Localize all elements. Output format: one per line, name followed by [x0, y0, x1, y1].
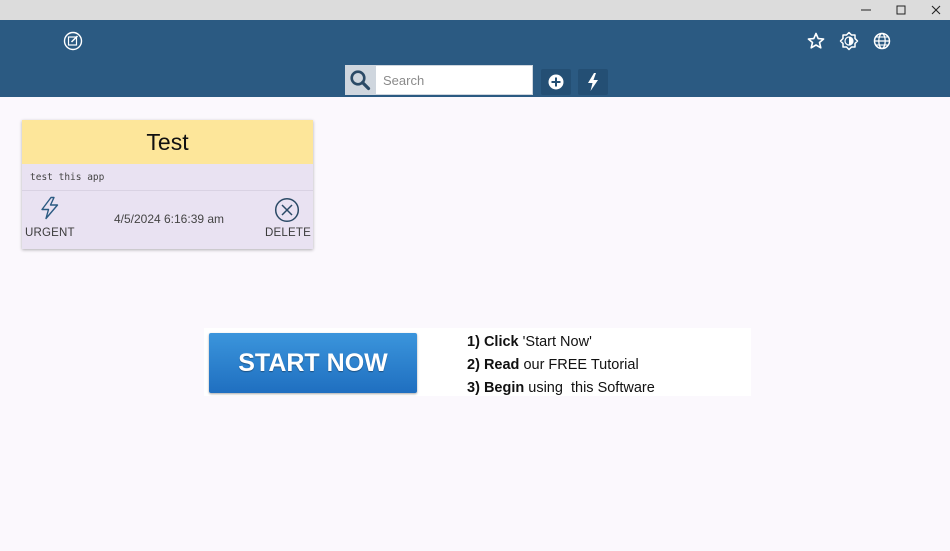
urgent-button[interactable]: URGENT [24, 196, 76, 242]
start-now-button[interactable]: START NOW [209, 333, 417, 393]
maximize-button[interactable] [884, 0, 918, 20]
step-verb: Click [483, 334, 519, 350]
urgent-label: URGENT [25, 227, 75, 239]
note-card[interactable]: Test test this app URGENT 4/5/2024 6:16:… [22, 120, 313, 249]
note-body: test this app [22, 164, 313, 191]
plus-circle-icon [548, 74, 564, 90]
banner-steps: 1) Click 'Start Now' 2) Read our FREE Tu… [467, 331, 655, 400]
step-verb: Read [483, 357, 520, 373]
step-text: our FREE Tutorial [523, 357, 639, 373]
search-input[interactable] [375, 65, 533, 95]
globe-icon[interactable] [872, 31, 892, 51]
minimize-button[interactable] [849, 0, 883, 20]
app-header [0, 20, 950, 97]
banner-step: 2) Read our FREE Tutorial [467, 354, 655, 377]
step-number: 1) [467, 334, 480, 350]
close-icon [931, 5, 941, 15]
banner-step: 1) Click 'Start Now' [467, 331, 655, 354]
delete-button[interactable]: DELETE [263, 196, 311, 242]
step-number: 2) [467, 357, 480, 373]
step-text: 'Start Now' [522, 334, 592, 350]
brightness-icon[interactable] [839, 31, 859, 51]
search-button[interactable] [345, 65, 375, 95]
note-date: 4/5/2024 6:16:39 am [113, 212, 225, 226]
maximize-icon [896, 5, 906, 15]
add-note-button[interactable] [541, 69, 571, 95]
ad-banner[interactable]: START NOW 1) Click 'Start Now' 2) Read o… [204, 328, 751, 396]
lightning-icon [588, 73, 598, 91]
edit-note-icon[interactable] [63, 31, 83, 51]
minimize-icon [861, 9, 871, 11]
step-verb: Begin [483, 380, 525, 396]
note-title: Test [22, 120, 313, 164]
note-footer: URGENT 4/5/2024 6:16:39 am DELETE [22, 191, 313, 249]
star-icon[interactable] [806, 31, 826, 51]
window-titlebar [0, 0, 950, 20]
close-button[interactable] [919, 0, 950, 20]
search-icon [350, 70, 371, 91]
step-number: 3) [467, 380, 480, 396]
step-text: using this Software [528, 380, 655, 396]
close-circle-icon [274, 197, 300, 223]
lightning-outline-icon [41, 196, 59, 220]
urgent-filter-button[interactable] [578, 69, 608, 95]
delete-label: DELETE [265, 227, 311, 239]
banner-step: 3) Begin using this Software [467, 377, 655, 400]
